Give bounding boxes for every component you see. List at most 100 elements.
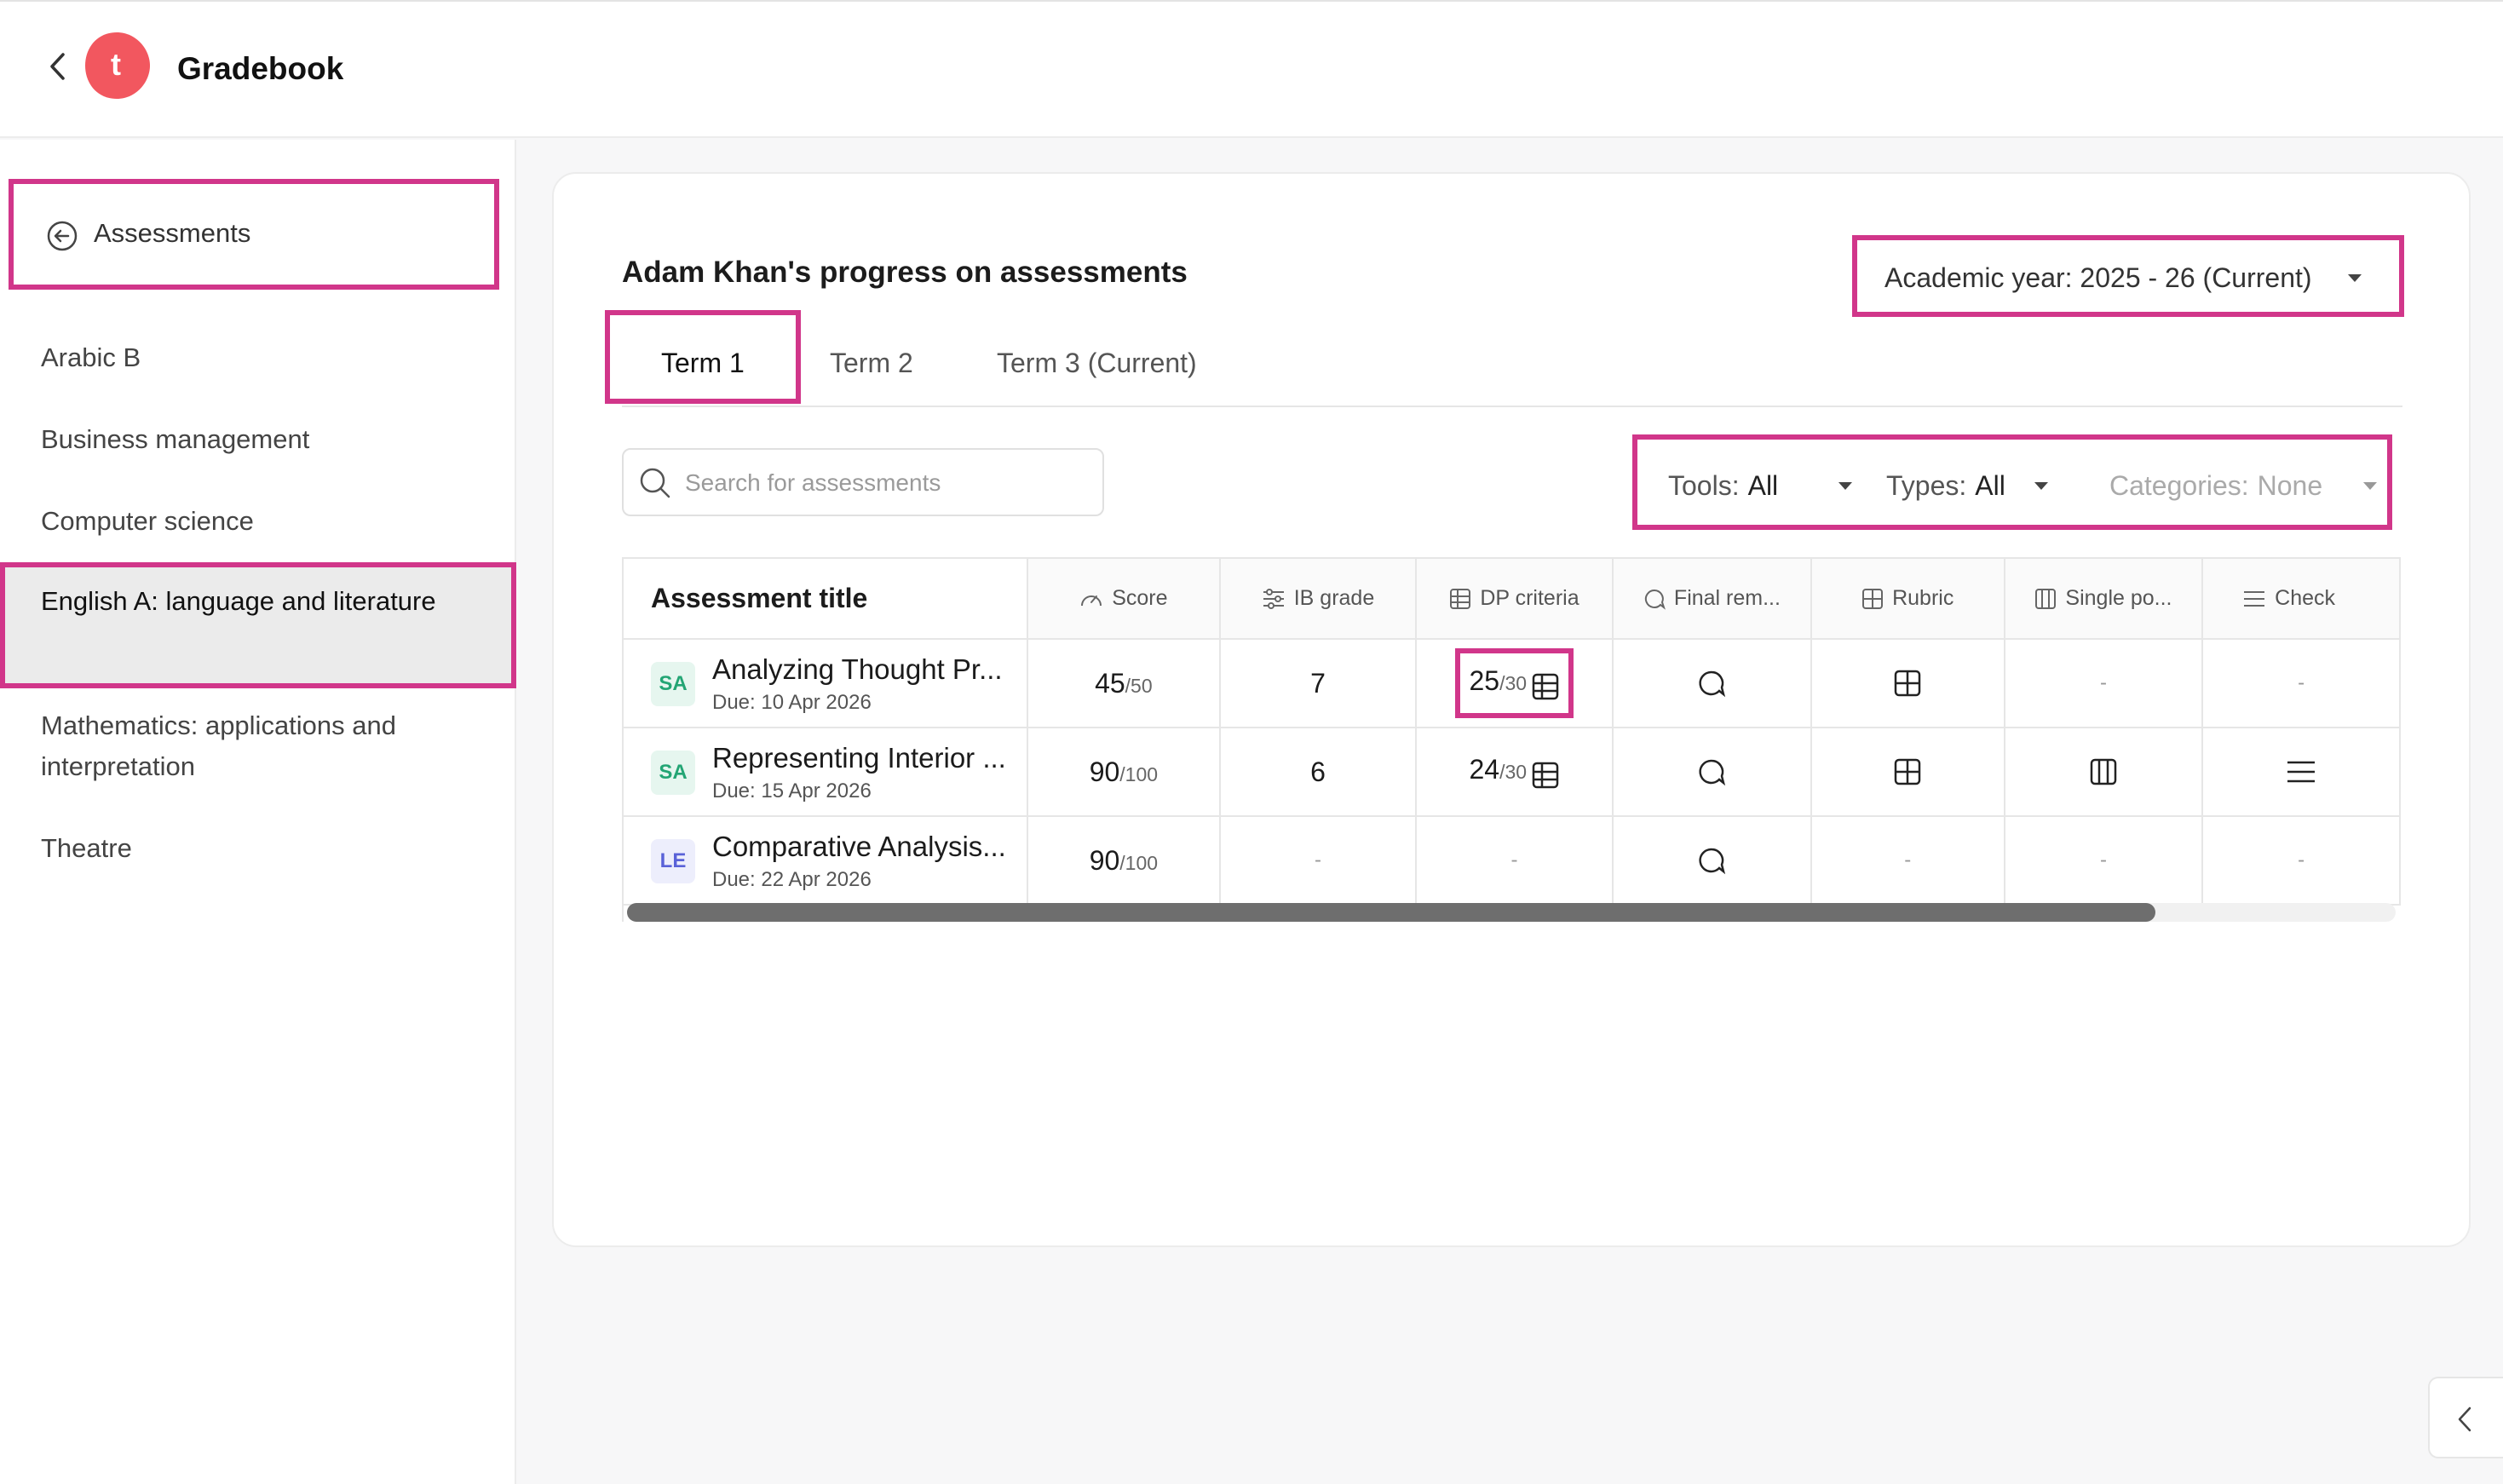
comment-icon[interactable]	[1697, 757, 1726, 786]
final-remarks-cell[interactable]	[1613, 816, 1812, 906]
collapse-panel-button[interactable]	[2428, 1377, 2503, 1458]
assessment-title[interactable]: Analyzing Thought Pr...	[712, 653, 1003, 686]
assessment-title[interactable]: Representing Interior ...	[712, 742, 1006, 774]
column-header-label: Check	[2275, 586, 2336, 610]
score-value: 45	[1095, 667, 1125, 699]
sidebar-item-english-a[interactable]: English A: language and literature	[0, 562, 516, 688]
gauge-icon	[1081, 595, 1102, 607]
sidebar-item-arabic-b[interactable]: Arabic B	[0, 337, 516, 378]
grid-icon[interactable]	[1893, 757, 1922, 786]
score-total: /50	[1125, 674, 1153, 697]
column-header-rubric[interactable]: Rubric	[1810, 559, 2005, 640]
tab-term-2[interactable]: Term 2	[830, 310, 924, 404]
checklist-cell[interactable]	[2202, 728, 2401, 817]
sidebar-item-mathematics[interactable]: Mathematics: applications and interpreta…	[0, 705, 477, 787]
score-value: 90	[1089, 844, 1120, 876]
column-header-label: Final rem...	[1673, 586, 1781, 610]
table-header-row: Assessment title Score IB grade DP crite…	[624, 559, 2401, 640]
table-row[interactable]: SA Representing Interior ... Due: 15 Apr…	[624, 728, 2401, 817]
horizontal-scrollbar-thumb[interactable]	[627, 903, 2155, 922]
tools-filter-label: Tools:	[1668, 470, 1740, 501]
tools-filter[interactable]: Tools: All	[1668, 470, 1852, 502]
sidebar-item-computer-science[interactable]: Computer science	[0, 501, 516, 542]
column-header-ib-grade[interactable]: IB grade	[1220, 559, 1417, 640]
columns-icon[interactable]	[2089, 757, 2118, 786]
ib-grade-value: 7	[1310, 667, 1326, 699]
assessment-type-badge: SA	[651, 662, 695, 706]
column-header-dp-criteria[interactable]: DP criteria	[1415, 559, 1614, 640]
column-header-label: IB grade	[1293, 586, 1375, 610]
single-point-cell: -	[2004, 639, 2204, 728]
final-remarks-cell[interactable]	[1613, 639, 1812, 728]
columns-icon	[2035, 589, 2057, 610]
academic-year-select[interactable]: Academic year: 2025 - 26 (Current)	[1852, 235, 2404, 317]
caret-down-icon	[2363, 482, 2377, 490]
list-icon[interactable]	[2286, 759, 2316, 785]
ib-grade-cell: 7	[1220, 639, 1417, 728]
sidebar: Assessments Arabic B Business management…	[0, 140, 516, 1484]
table-grid-icon[interactable]	[1531, 672, 1560, 701]
sidebar-item-theatre[interactable]: Theatre	[0, 828, 516, 869]
dp-criteria-cell[interactable]: 24/30	[1415, 728, 1614, 817]
dp-criteria-cell[interactable]: 25/30	[1415, 639, 1614, 728]
tab-term-3[interactable]: Term 3 (Current)	[997, 310, 1210, 404]
dp-criteria-total: /30	[1499, 672, 1528, 695]
comment-icon[interactable]	[1697, 846, 1726, 875]
column-header-assessment-title[interactable]: Assessment title	[624, 559, 1028, 640]
ib-grade-value: 6	[1310, 756, 1326, 787]
single-point-cell[interactable]	[2004, 728, 2204, 817]
rubric-cell[interactable]	[1810, 639, 2005, 728]
assessments-table-container: Assessment title Score IB grade DP crite…	[622, 557, 2401, 922]
table-grid-icon	[1450, 589, 1471, 610]
app-logo: t	[82, 31, 152, 101]
dp-criteria-total: /30	[1499, 761, 1528, 784]
empty-value: -	[2099, 671, 2107, 694]
checklist-cell: -	[2202, 816, 2401, 906]
caret-down-icon	[1838, 482, 1852, 490]
search-input[interactable]	[685, 462, 1094, 504]
column-header-score[interactable]: Score	[1027, 559, 1222, 640]
tools-filter-value: All	[1747, 470, 1779, 501]
search-icon	[640, 468, 670, 498]
back-chevron-icon[interactable]	[44, 49, 70, 83]
caret-down-icon	[2034, 482, 2048, 490]
back-to-assessments-button[interactable]: Assessments	[9, 179, 499, 290]
sidebar-item-business-management[interactable]: Business management	[0, 419, 516, 460]
dp-criteria-value: 25	[1469, 665, 1500, 697]
assessment-title-cell[interactable]: SA Analyzing Thought Pr... Due: 10 Apr 2…	[624, 639, 1028, 728]
column-header-final-remarks[interactable]: Final rem...	[1613, 559, 1812, 640]
final-remarks-cell[interactable]	[1613, 728, 1812, 817]
tab-label: Term 2	[830, 348, 913, 378]
score-cell: 90/100	[1027, 728, 1222, 817]
categories-filter-label: Categories:	[2109, 470, 2249, 501]
grid-icon[interactable]	[1893, 669, 1922, 698]
list-icon	[2244, 591, 2265, 607]
tabs-divider	[622, 406, 2402, 407]
table-row[interactable]: SA Analyzing Thought Pr... Due: 10 Apr 2…	[624, 639, 2401, 728]
comment-icon	[1644, 590, 1666, 611]
tab-term-1[interactable]: Term 1	[605, 310, 801, 404]
column-header-label: Rubric	[1892, 586, 1954, 610]
assessment-title-cell[interactable]: SA Representing Interior ... Due: 15 Apr…	[624, 728, 1028, 817]
assessment-title-cell[interactable]: LE Comparative Analysis... Due: 22 Apr 2…	[624, 816, 1028, 906]
column-header-checklist[interactable]: Check	[2202, 559, 2401, 640]
score-cell: 90/100	[1027, 816, 1222, 906]
assessment-title[interactable]: Comparative Analysis...	[712, 831, 1006, 863]
rubric-cell[interactable]	[1810, 728, 2005, 817]
search-box	[622, 448, 1104, 516]
categories-filter[interactable]: Categories: None	[2109, 470, 2377, 502]
top-bar: t Gradebook	[0, 0, 2503, 138]
empty-value: -	[1904, 848, 1912, 871]
comment-icon[interactable]	[1697, 669, 1726, 698]
academic-year-label: Academic year: 2025 - 26 (Current)	[1884, 262, 2312, 293]
column-header-single-point[interactable]: Single po...	[2004, 559, 2204, 640]
score-total: /100	[1119, 851, 1159, 874]
types-filter[interactable]: Types: All	[1886, 470, 2048, 502]
empty-value: -	[1314, 848, 1321, 871]
table-grid-icon[interactable]	[1531, 761, 1560, 790]
assessments-table: Assessment title Score IB grade DP crite…	[624, 559, 2401, 906]
ib-grade-cell: 6	[1220, 728, 1417, 817]
table-row[interactable]: LE Comparative Analysis... Due: 22 Apr 2…	[624, 816, 2401, 906]
dp-criteria-highlight[interactable]: 25/30	[1455, 648, 1574, 718]
tab-label: Term 1	[661, 348, 745, 378]
